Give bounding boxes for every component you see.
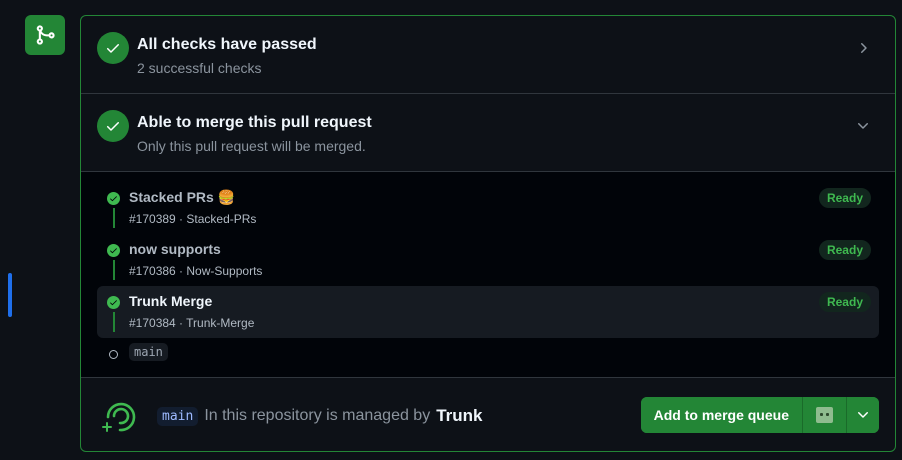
emoji-icon[interactable]: [803, 397, 847, 433]
pr-item-active[interactable]: Trunk Merge #170384 · Trunk-Merge Ready: [97, 286, 879, 338]
branch-label[interactable]: main: [157, 406, 199, 426]
merge-footer: main In this repository is managed by Tr…: [81, 379, 895, 451]
pr-title[interactable]: Stacked PRs 🍔: [129, 189, 235, 206]
notice-text: In this repository is managed by: [204, 407, 431, 424]
stack-connector: [113, 260, 115, 280]
chevron-down-icon[interactable]: [855, 118, 871, 134]
pr-item[interactable]: Stacked PRs 🍔 #170389 · Stacked-PRs Read…: [97, 182, 879, 234]
pr-item[interactable]: now supports #170386 · Now-Supports Read…: [97, 234, 879, 286]
merge-queue-notice: main In this repository is managed by Tr…: [157, 406, 483, 426]
merge-subtitle: Only this pull request will be merged.: [137, 138, 366, 154]
checks-subtitle: 2 successful checks: [137, 60, 262, 76]
branch-node-icon: [109, 350, 118, 359]
checks-section[interactable]: All checks have passed 2 successful chec…: [81, 16, 895, 94]
stack-connector: [113, 312, 115, 332]
git-merge-icon: [25, 15, 65, 55]
check-icon: [97, 110, 129, 142]
mergeability-section[interactable]: Able to merge this pull request Only thi…: [81, 94, 895, 172]
trunk-logo-icon: [102, 402, 136, 432]
chevron-right-icon[interactable]: [855, 40, 871, 56]
pr-title[interactable]: Trunk Merge: [129, 293, 212, 309]
pr-title[interactable]: now supports: [129, 241, 221, 257]
check-icon: [107, 244, 120, 257]
status-badge: Ready: [818, 240, 871, 260]
checks-title: All checks have passed: [137, 36, 317, 53]
add-to-merge-queue-button[interactable]: Add to merge queue: [640, 397, 803, 433]
check-icon: [107, 192, 120, 205]
trunk-link[interactable]: Trunk: [436, 406, 482, 426]
status-badge: Ready: [818, 188, 871, 208]
merge-title: Able to merge this pull request: [137, 114, 372, 131]
base-branch-label[interactable]: main: [129, 343, 168, 361]
merge-button-group: Add to merge queue: [640, 397, 879, 433]
stacked-prs-list: Stacked PRs 🍔 #170389 · Stacked-PRs Read…: [81, 172, 895, 378]
chevron-down-icon[interactable]: [847, 397, 879, 433]
status-badge: Ready: [818, 292, 871, 312]
check-icon: [97, 32, 129, 64]
pr-meta: #170384 · Trunk-Merge: [129, 316, 255, 330]
pr-meta: #170389 · Stacked-PRs: [129, 212, 257, 226]
merge-box: All checks have passed 2 successful chec…: [80, 15, 896, 452]
pr-meta: #170386 · Now-Supports: [129, 264, 263, 278]
active-pr-indicator: [8, 273, 12, 317]
stack-connector: [113, 208, 115, 228]
check-icon: [107, 296, 120, 309]
